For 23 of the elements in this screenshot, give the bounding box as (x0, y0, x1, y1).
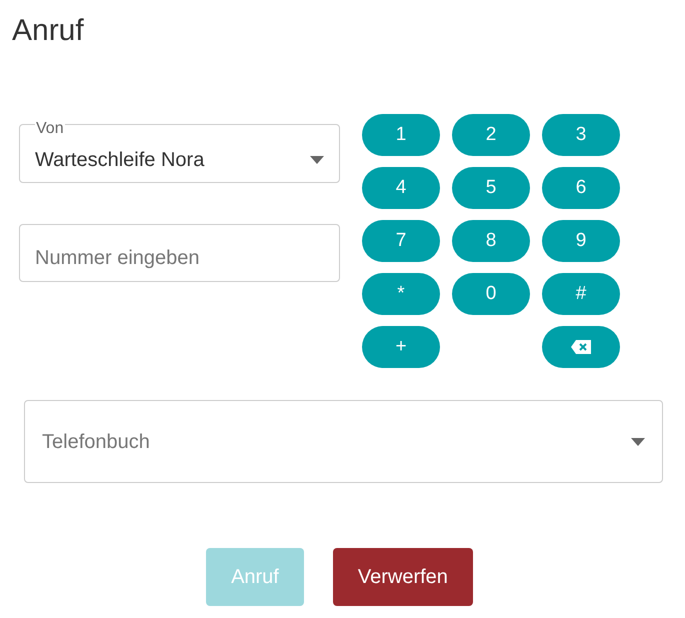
keypad-key[interactable]: 5 (452, 167, 530, 209)
keypad-key[interactable]: 1 (362, 114, 440, 156)
keypad-key[interactable]: 0 (452, 273, 530, 315)
keypad-key[interactable]: 9 (542, 220, 620, 262)
keypad-key[interactable]: 8 (452, 220, 530, 262)
keypad-key[interactable]: 6 (542, 167, 620, 209)
from-value: Warteschleife Nora (35, 148, 204, 172)
keypad-key[interactable]: 3 (542, 114, 620, 156)
keypad-key[interactable]: + (362, 326, 440, 368)
backspace-button[interactable] (542, 326, 620, 368)
phonebook-placeholder: Telefonbuch (42, 430, 150, 454)
phonebook-select[interactable]: Telefonbuch (24, 400, 663, 483)
keypad-key[interactable]: 7 (362, 220, 440, 262)
dropdown-caret-icon (631, 438, 645, 446)
dialog-title: Anruf (12, 13, 84, 49)
dropdown-caret-icon (310, 156, 324, 164)
keypad-key[interactable]: 2 (452, 114, 530, 156)
keypad-key[interactable]: * (362, 273, 440, 315)
backspace-icon (570, 339, 592, 355)
discard-button[interactable]: Verwerfen (332, 548, 473, 606)
keypad-key[interactable]: # (542, 273, 620, 315)
number-input[interactable]: Nummer eingeben (19, 224, 340, 282)
keypad-key[interactable]: 4 (362, 167, 440, 209)
